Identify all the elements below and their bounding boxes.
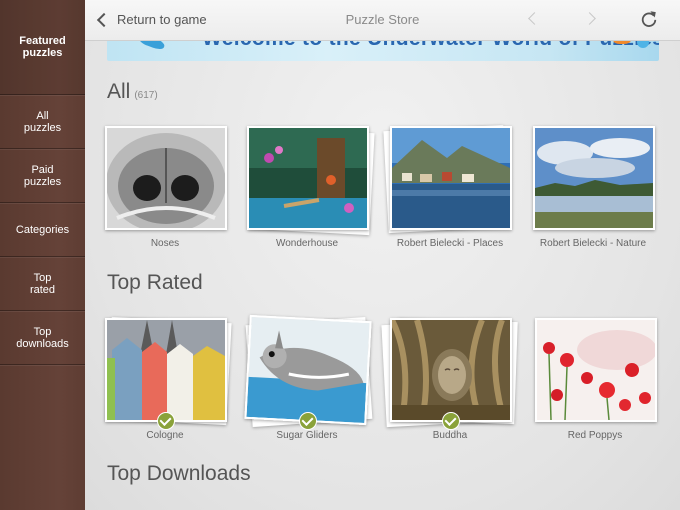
puzzle-label: Sugar Gliders bbox=[276, 430, 338, 441]
puzzle-label: Wonderhouse bbox=[275, 238, 339, 249]
puzzle-image bbox=[105, 126, 227, 230]
puzzle-label: Cologne bbox=[146, 430, 184, 441]
owned-check-icon bbox=[442, 412, 460, 430]
puzzle-count: (617) bbox=[134, 90, 158, 101]
sidebar-item-label: Top rated bbox=[29, 271, 56, 296]
back-arrow-icon[interactable] bbox=[528, 12, 541, 25]
puzzle-label: Buddha bbox=[432, 430, 468, 441]
owned-check-icon bbox=[299, 412, 317, 430]
section-title-all[interactable]: All (617) bbox=[107, 80, 158, 104]
store-content[interactable]: Return to game Puzzle Store Welcome to t… bbox=[85, 0, 680, 510]
sidebar-item-label: Featured puzzles bbox=[19, 35, 66, 59]
refresh-icon[interactable] bbox=[640, 10, 658, 28]
sidebar-item-top-rated[interactable]: Top rated bbox=[0, 257, 85, 311]
sidebar-item-label: Categories bbox=[15, 223, 70, 236]
puzzle-image bbox=[535, 318, 657, 422]
sidebar-item-paid[interactable]: Paid puzzles bbox=[0, 149, 85, 203]
sidebar-item-categories[interactable]: Categories bbox=[0, 203, 85, 257]
section-title-top-rated[interactable]: Top Rated bbox=[107, 271, 203, 295]
chevron-left-icon bbox=[96, 12, 112, 28]
puzzle-image bbox=[390, 318, 512, 422]
return-label: Return to game bbox=[117, 12, 207, 27]
puzzle-image bbox=[533, 126, 655, 230]
sidebar-item-label: All puzzles bbox=[23, 109, 62, 134]
top-bar: Return to game Puzzle Store bbox=[85, 0, 680, 41]
section-title-top-downloads[interactable]: Top Downloads bbox=[107, 462, 251, 486]
sidebar: Featured puzzles All puzzles Paid puzzle… bbox=[0, 0, 85, 510]
return-to-game-button[interactable]: Return to game bbox=[96, 12, 207, 28]
puzzle-label: Robert Bielecki - Places bbox=[396, 238, 504, 249]
puzzle-image bbox=[390, 126, 512, 230]
puzzle-label: Noses bbox=[150, 238, 180, 249]
sidebar-item-top-downloads[interactable]: Top downloads bbox=[0, 311, 85, 365]
section-title-text: All bbox=[107, 80, 131, 103]
puzzle-label: Red Poppys bbox=[567, 430, 623, 441]
puzzle-label: Robert Bielecki - Nature bbox=[539, 238, 647, 249]
sidebar-item-all[interactable]: All puzzles bbox=[0, 95, 85, 149]
sidebar-item-label: Top downloads bbox=[16, 325, 69, 350]
puzzle-image bbox=[247, 126, 369, 230]
sidebar-item-label: Paid puzzles bbox=[23, 163, 62, 188]
forward-arrow-icon[interactable] bbox=[583, 12, 596, 25]
owned-check-icon bbox=[157, 412, 175, 430]
puzzle-image bbox=[244, 314, 372, 426]
sidebar-item-featured[interactable]: Featured puzzles bbox=[0, 0, 85, 95]
puzzle-image bbox=[105, 318, 227, 422]
